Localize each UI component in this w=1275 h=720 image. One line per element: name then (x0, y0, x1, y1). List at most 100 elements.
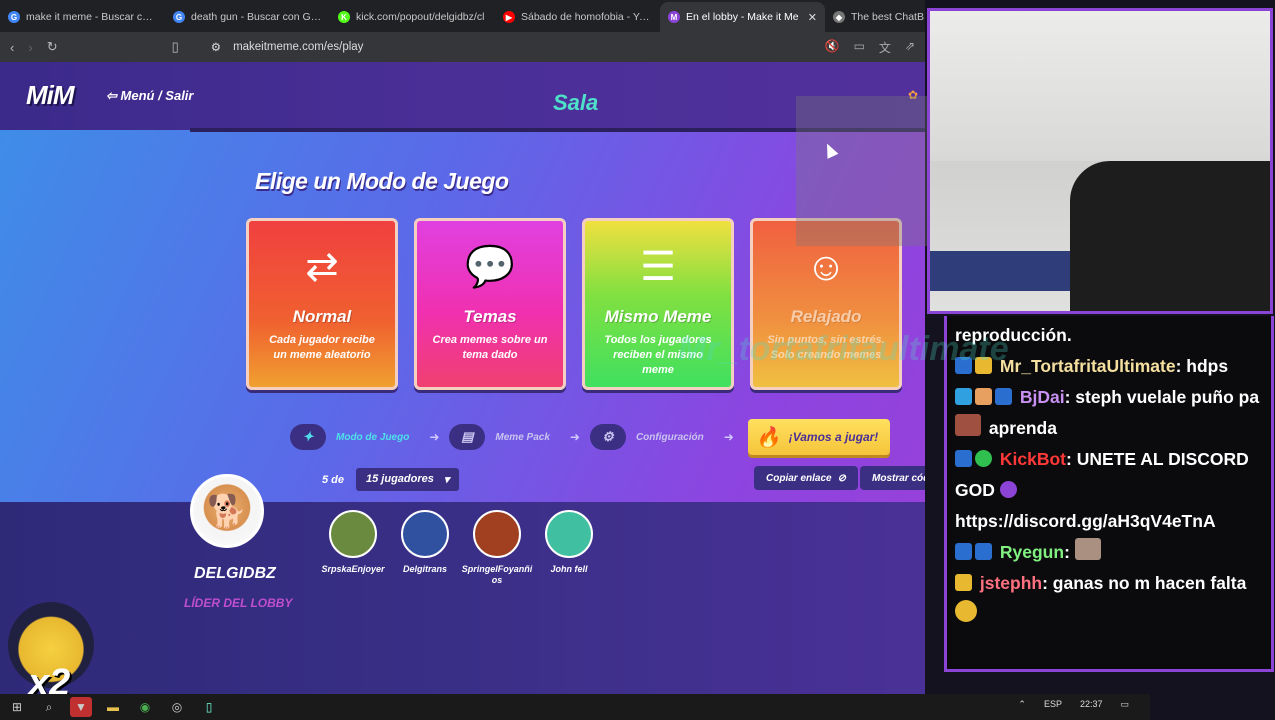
browser-tab[interactable]: ▶ Sábado de homofobia - YouT (495, 2, 660, 32)
close-tab-icon[interactable]: ✕ (808, 11, 817, 24)
smile-icon: ☺ (805, 245, 847, 289)
tab-title: Sábado de homofobia - YouT (521, 11, 652, 23)
app-icon[interactable]: ▼ (70, 697, 92, 717)
tray-time[interactable]: 22:37 (1080, 699, 1103, 710)
chat-message: : hdps (1175, 356, 1229, 376)
favicon-icon: G (8, 11, 20, 23)
show-code-button[interactable]: Mostrar código (860, 466, 925, 490)
browser-tab[interactable]: Kkick.com/popout/delgidbz/cl (330, 2, 495, 32)
tab-title: En el lobby - Make it Me (686, 11, 799, 23)
step-game-mode[interactable]: ✦ Modo de Juego (290, 423, 419, 451)
leader-avatar: 🐕 (190, 474, 264, 548)
emote-icon (955, 600, 977, 622)
app-logo[interactable]: MiM (26, 80, 75, 111)
menu-exit-button[interactable]: ⇦ Menú / Salir (106, 88, 193, 104)
stream-chat: reproducción. Mr_TortafritaUltimate: hdp… (944, 316, 1274, 672)
taskbar: ⊞ ⌕ ▼ ▬ ◉ ◎ ▯ (0, 694, 1150, 720)
tray-language[interactable]: ESP (1044, 699, 1062, 710)
webcam-blanket (930, 251, 1080, 291)
badge-icon (975, 543, 992, 560)
max-players-select[interactable]: 15 jugadores ▾ (356, 468, 460, 491)
favicon-icon: K (338, 11, 350, 23)
player-card[interactable]: John fell (532, 510, 606, 575)
player-avatar (401, 510, 449, 558)
tab-title: The best ChatB (851, 11, 924, 23)
mode-name: Relajado (790, 307, 862, 326)
step-configuration[interactable]: ⚙ Configuración (589, 423, 714, 451)
page-title: Sala (553, 90, 599, 115)
copy-link-button[interactable]: Copiar enlace ⊘ (754, 466, 858, 490)
mode-name: Temas (463, 307, 517, 326)
url-bar[interactable]: ⚙ makeitmeme.com/es/play (210, 35, 811, 59)
webcam-feed (927, 8, 1273, 314)
chat-username: Mr_TortafritaUltimate (999, 356, 1176, 376)
emote-icon (955, 414, 981, 436)
browser-tab[interactable]: Gdeath gun - Buscar con Goog (165, 2, 330, 32)
copy-link-label: Copiar enlace (766, 472, 832, 484)
arrow-right-icon: ➜ (429, 430, 440, 444)
player-avatar (545, 510, 593, 558)
step-label: Modo de Juego (336, 431, 410, 443)
search-icon[interactable]: ⌕ (38, 697, 60, 717)
notifications-icon[interactable]: ▭ (1120, 699, 1129, 710)
play-button[interactable]: 🔥 ¡Vamos a jugar! (747, 419, 890, 455)
chat-bubble-icon: 💬 (465, 245, 515, 289)
play-label: ¡Vamos a jugar! (788, 430, 879, 444)
emote-icon (975, 388, 992, 405)
reload-icon[interactable]: ↻ (47, 39, 58, 55)
game-page: MiM ⇦ Menú / Salir Sala ✿ Elige un Modo … (0, 62, 925, 694)
equal-icon: ☰ (640, 245, 676, 289)
folder-icon[interactable]: ▬ (102, 697, 124, 717)
gear-icon: ⚙ (589, 424, 626, 450)
menu-exit-label: Menú / Salir (120, 88, 194, 103)
arrow-right-icon: ➜ (569, 430, 580, 444)
player-card[interactable]: SpringelFoyanñi os (460, 510, 534, 586)
chat-message-tail: aprenda (988, 418, 1057, 438)
link-icon: ⊘ (837, 472, 846, 484)
player-count: 5 de 15 jugadores ▾ (322, 468, 460, 491)
webcam-wall (930, 11, 1270, 161)
back-icon[interactable]: ‹ (10, 40, 14, 55)
browser-tab[interactable]: ◆ The best ChatB (825, 2, 925, 32)
chrome-icon[interactable]: ◉ (134, 697, 156, 717)
favicon-icon: ◆ (833, 11, 845, 23)
player-card[interactable]: Delgitrans (388, 510, 462, 575)
player-avatar (329, 510, 377, 558)
site-info-icon[interactable]: ⚙ (211, 40, 221, 54)
browser-tab[interactable]: M En el lobby - Make it Me ✕ (660, 2, 825, 32)
translate-icon[interactable]: 文 (879, 39, 891, 56)
sparkle-icon: ✦ (290, 424, 326, 450)
chat-line: https://discord.gg/aH3qV4eTnA (955, 511, 1216, 531)
player-card[interactable]: SrpskaEnjoyer (316, 510, 390, 575)
browser-tab[interactable]: Gmake it meme - Buscar con G (0, 2, 165, 32)
cast-icon[interactable]: ▭ (854, 39, 865, 56)
step-meme-pack[interactable]: ▤ Meme Pack (449, 423, 559, 451)
crown-icon (955, 574, 972, 591)
forward-icon[interactable]: › (28, 40, 32, 55)
chat-message: : steph vuelale puño pa (1064, 387, 1260, 407)
chat-line: jstephh: ganas no m hacen falta (955, 568, 1263, 630)
player-avatar (473, 510, 521, 558)
player-name: SrpskaEnjoyer (321, 564, 385, 574)
obs-icon[interactable]: ◎ (166, 697, 188, 717)
purple-circle-icon (999, 481, 1017, 498)
mute-icon[interactable]: 🔇 (825, 39, 840, 56)
chat-username: KickBot (999, 449, 1066, 469)
mode-card-normal[interactable]: ⇄ Normal Cada jugador recibe un meme ale… (246, 218, 398, 390)
mode-card-temas[interactable]: 💬 Temas Crea memes sobre un tema dado (414, 218, 566, 390)
player-name: John fell (550, 564, 588, 574)
check-icon (975, 450, 992, 467)
pack-icon: ▤ (449, 424, 486, 450)
browser-tabbar: Gmake it meme - Buscar con G Gdeath gun -… (0, 0, 925, 32)
arrow-right-icon: ➜ (723, 430, 734, 444)
bookmark-icon[interactable]: ▯ (172, 39, 179, 55)
tray-chevron-icon[interactable]: ⌃ (1018, 699, 1026, 710)
share-icon[interactable]: ⇗ (905, 39, 915, 56)
chevron-down-icon: ▾ (443, 474, 450, 486)
windows-start-icon[interactable]: ⊞ (6, 697, 28, 717)
notepad-icon[interactable]: ▯ (198, 697, 220, 717)
badge-icon (995, 388, 1012, 405)
flame-icon: 🔥 (755, 426, 781, 449)
chat-username: Ryegun (999, 542, 1065, 562)
favicon-icon: M (668, 11, 680, 23)
